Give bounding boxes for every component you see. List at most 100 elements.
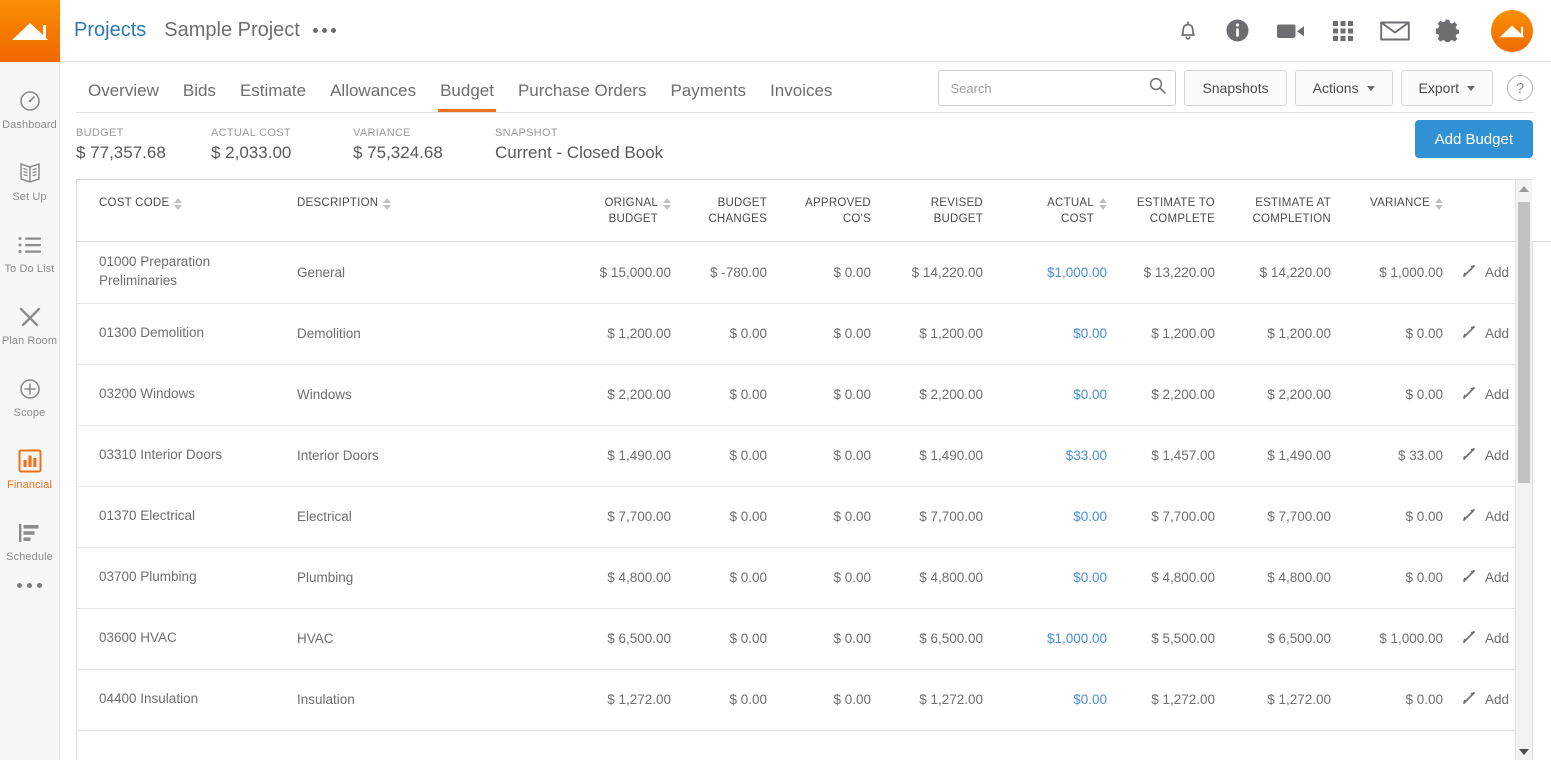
breadcrumb: Projects Sample Project — [74, 19, 336, 42]
breadcrumb-more-icon[interactable] — [313, 28, 336, 33]
row-add-label: Add — [1485, 570, 1509, 585]
export-button[interactable]: Export — [1401, 70, 1493, 106]
row-add-button[interactable]: Add — [1461, 629, 1509, 648]
table-row[interactable]: 04400 Insulation Insulation $ 1,272.00 $… — [77, 669, 1532, 730]
cell-cost-code: 03600 HVAC — [77, 608, 277, 669]
th-estimate-to-complete[interactable]: ESTIMATE TOCOMPLETE — [1111, 180, 1223, 242]
description-text: Insulation — [297, 692, 355, 707]
breadcrumb-projects-link[interactable]: Projects — [74, 19, 164, 42]
pencil-icon — [1461, 263, 1477, 282]
actions-button[interactable]: Actions — [1295, 70, 1393, 106]
th-cost-code[interactable]: COST CODE — [77, 180, 277, 242]
search-input[interactable] — [950, 81, 1149, 96]
snapshots-button[interactable]: Snapshots — [1184, 70, 1286, 106]
budget-table-container: COST CODE DESCRIPTION ORIGNALBUDGET BUDG… — [76, 179, 1533, 760]
app-logo[interactable] — [0, 0, 60, 62]
scroll-up-arrow-icon[interactable] — [1516, 180, 1532, 197]
cell-variance: $ 0.00 — [1335, 364, 1447, 425]
tab-budget[interactable]: Budget — [428, 81, 506, 112]
sidebar-item-dashboard[interactable]: Dashboard — [0, 78, 59, 137]
help-button[interactable]: ? — [1507, 75, 1533, 101]
cell-actual-cost[interactable]: $0.00 — [991, 486, 1111, 547]
summary-actual-cost-label: ACTUAL COST — [211, 127, 353, 139]
th-revised-budget[interactable]: REVISEDBUDGET — [879, 180, 991, 242]
tab-estimate[interactable]: Estimate — [228, 81, 318, 112]
cell-actual-cost[interactable]: $0.00 — [991, 669, 1111, 730]
cell-actual-cost[interactable]: $1,000.00 — [991, 608, 1111, 669]
row-add-button[interactable]: Add — [1461, 385, 1509, 404]
row-add-button[interactable]: Add — [1461, 690, 1509, 709]
table-row[interactable]: 03600 HVAC HVAC $ 6,500.00 $ 0.00 $ 0.00… — [77, 608, 1532, 669]
table-row[interactable]: 03700 Plumbing Plumbing $ 4,800.00 $ 0.0… — [77, 547, 1532, 608]
cell-original-budget: $ 15,000.00 — [567, 242, 671, 303]
sort-icon[interactable] — [663, 198, 671, 210]
cell-estimate-at-completion: $ 4,800.00 — [1223, 547, 1335, 608]
cell-estimate-at-completion: $ 2,200.00 — [1223, 364, 1335, 425]
th-description[interactable]: DESCRIPTION — [277, 180, 567, 242]
cell-estimate-to-complete: $ 1,200.00 — [1111, 303, 1223, 364]
sort-icon[interactable] — [1099, 198, 1107, 210]
tab-overview[interactable]: Overview — [76, 81, 171, 112]
mail-envelope-icon[interactable] — [1380, 20, 1410, 42]
user-avatar[interactable] — [1491, 10, 1533, 52]
tab-allowances[interactable]: Allowances — [318, 81, 428, 112]
th-approved-cos[interactable]: APPROVEDCO'S — [775, 180, 879, 242]
cell-actual-cost[interactable]: $33.00 — [991, 425, 1111, 486]
row-add-button[interactable]: Add — [1461, 446, 1509, 465]
tab-bids[interactable]: Bids — [171, 81, 228, 112]
th-estimate-at-completion[interactable]: ESTIMATE ATCOMPLETION — [1223, 180, 1335, 242]
th-label-line2: BUDGET — [609, 213, 658, 225]
sidebar-item-to-do-list[interactable]: To Do List — [0, 222, 59, 281]
budget-table-body-scroll[interactable]: 01000 Preparation Preliminaries General … — [77, 242, 1532, 760]
search-icon[interactable] — [1149, 77, 1166, 99]
th-variance[interactable]: VARIANCE — [1335, 180, 1447, 242]
th-label: DESCRIPTION — [297, 196, 378, 212]
summary-variance-label: VARIANCE — [353, 127, 495, 139]
sidebar-more-button[interactable] — [0, 583, 59, 588]
scroll-down-arrow-icon[interactable] — [1516, 743, 1532, 760]
cell-variance: $ 0.00 — [1335, 303, 1447, 364]
info-icon[interactable] — [1225, 18, 1250, 43]
tab-invoices[interactable]: Invoices — [758, 81, 844, 112]
row-add-button[interactable]: Add — [1461, 263, 1509, 282]
dot — [322, 28, 327, 33]
sort-icon[interactable] — [174, 198, 182, 210]
budget-table-header: COST CODE DESCRIPTION ORIGNALBUDGET BUDG… — [77, 180, 1551, 242]
add-budget-button[interactable]: Add Budget — [1415, 120, 1533, 158]
table-row[interactable]: 03310 Interior Doors Interior Doors $ 1,… — [77, 425, 1532, 486]
th-budget-changes[interactable]: BUDGETCHANGES — [671, 180, 775, 242]
sort-icon[interactable] — [1435, 198, 1443, 210]
sidebar-item-plan-room[interactable]: Plan Room — [0, 294, 59, 353]
cell-actual-cost[interactable]: $0.00 — [991, 364, 1111, 425]
breadcrumb-project-name[interactable]: Sample Project — [164, 19, 300, 42]
table-row[interactable]: 01000 Preparation Preliminaries General … — [77, 242, 1532, 303]
tab-payments[interactable]: Payments — [658, 81, 758, 112]
th-original-budget[interactable]: ORIGNALBUDGET — [567, 180, 671, 242]
sidebar-item-schedule[interactable]: Schedule — [0, 510, 59, 569]
tab-purchase-orders[interactable]: Purchase Orders — [506, 81, 659, 112]
search-box[interactable] — [938, 70, 1176, 106]
cell-actual-cost[interactable]: $1,000.00 — [991, 242, 1111, 303]
video-camera-icon[interactable] — [1276, 21, 1306, 41]
row-add-button[interactable]: Add — [1461, 507, 1509, 526]
cell-actual-cost[interactable]: $0.00 — [991, 547, 1111, 608]
gear-icon[interactable] — [1436, 19, 1459, 42]
vertical-scrollbar[interactable] — [1515, 180, 1532, 760]
sidebar-item-scope[interactable]: Scope — [0, 366, 59, 425]
sort-icon[interactable] — [383, 198, 391, 210]
cell-budget-changes: $ 0.00 — [671, 364, 775, 425]
cell-actual-cost[interactable]: $0.00 — [991, 303, 1111, 364]
table-row[interactable]: 01370 Electrical Electrical $ 7,700.00 $… — [77, 486, 1532, 547]
sidebar-item-label: Schedule — [6, 551, 53, 563]
sidebar-item-financial[interactable]: Financial — [0, 438, 59, 497]
notification-bell-icon[interactable] — [1177, 19, 1199, 42]
table-row[interactable]: 03200 Windows Windows $ 2,200.00 $ 0.00 … — [77, 364, 1532, 425]
table-row[interactable]: 01300 Demolition Demolition $ 1,200.00 $… — [77, 303, 1532, 364]
row-add-button[interactable]: Add — [1461, 324, 1509, 343]
apps-grid-icon[interactable] — [1332, 20, 1354, 42]
sidebar-item-label: To Do List — [5, 263, 55, 275]
row-add-button[interactable]: Add — [1461, 568, 1509, 587]
scrollbar-thumb[interactable] — [1518, 202, 1530, 483]
th-actual-cost[interactable]: ACTUALCOST — [991, 180, 1111, 242]
sidebar-item-set-up[interactable]: Set Up — [0, 150, 59, 209]
